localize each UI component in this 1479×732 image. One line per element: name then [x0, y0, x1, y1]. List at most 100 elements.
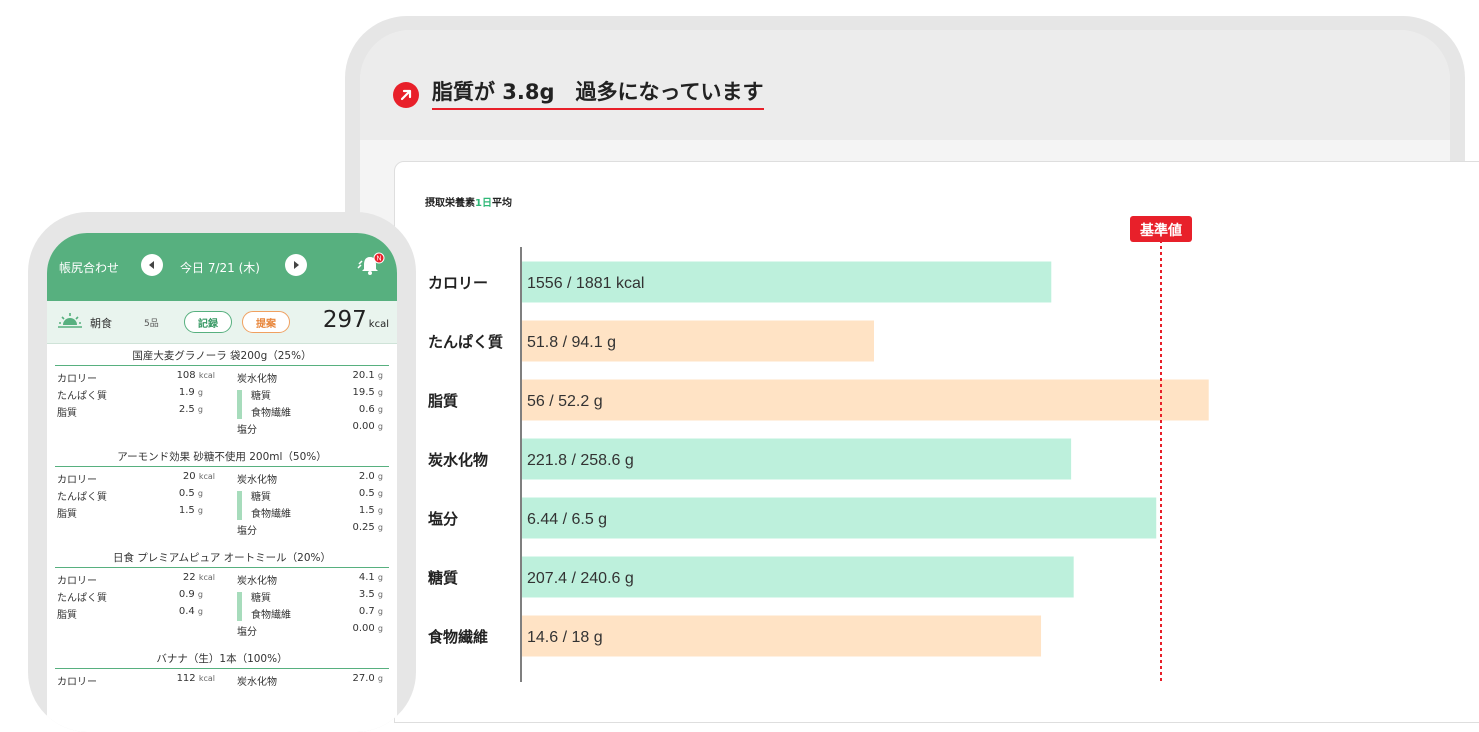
value-label: 221.8 / 258.6 g — [527, 452, 634, 469]
value-salt: 0.25 g — [352, 522, 383, 533]
label-calories: カロリー — [57, 475, 97, 486]
value-fat: 1.5 g — [178, 505, 203, 516]
meal-name: 朝食 — [90, 317, 112, 330]
label-fat: 脂質 — [57, 509, 77, 520]
value-calories: 112 kcal — [176, 673, 215, 684]
nutrient-bar-chart: カロリー 1556 / 1881 kcal たんぱく質 51.8 / 94.1 g 脂質… — [428, 216, 1209, 682]
phone-screen: 帳尻合わせ 今日 7/21 (木) N 朝食 5品 記録 提案 297 kcal… — [47, 233, 397, 732]
bell-icon[interactable]: N — [355, 252, 385, 278]
category-label: カロリー — [428, 274, 488, 292]
reference-label: 基準値 — [1140, 222, 1182, 239]
category-label: たんぱく質 — [428, 333, 503, 351]
triangle-right-icon — [294, 261, 299, 269]
value-protein: 0.5 g — [178, 488, 203, 499]
label-fat: 脂質 — [57, 408, 77, 419]
meal-calories: 297 kcal — [323, 307, 389, 333]
label-protein: たんぱく質 — [57, 391, 107, 402]
value-fat: 0.4 g — [178, 606, 203, 617]
value-calories: 108 kcal — [176, 370, 215, 381]
label-calories: カロリー — [57, 677, 97, 688]
label-salt: 塩分 — [237, 627, 257, 638]
date-label: 今日 7/21 (木) — [180, 261, 260, 275]
sub-nutrient-bar — [237, 491, 242, 520]
record-button[interactable]: 記録 — [184, 311, 232, 333]
label-carbs: 炭水化物 — [237, 475, 277, 486]
value-label: 6.44 / 6.5 g — [527, 511, 607, 528]
food-title: アーモンド効果 砂糖不使用 200ml（50%） — [117, 451, 327, 463]
value-sugar: 3.5 g — [358, 589, 383, 600]
label-fiber: 食物繊維 — [251, 610, 291, 621]
label-calories: カロリー — [57, 374, 97, 385]
nutrient-chart-card: 摂取栄養素1日平均 カロリー 1556 / 1881 kcal たんぱく質 51.8 … — [394, 161, 1479, 723]
category-label: 脂質 — [428, 392, 458, 410]
label-salt: 塩分 — [237, 425, 257, 436]
value-calories: 20 kcal — [182, 471, 215, 482]
label-sugar: 糖質 — [251, 492, 271, 503]
value-carbs: 27.0 g — [352, 673, 383, 684]
alert-bar: 脂質が 3.8g 過多になっています — [360, 30, 1450, 140]
category-label: 食物繊維 — [428, 628, 488, 646]
meal-item-count: 5品 — [144, 319, 159, 329]
meal-summary-bar: 朝食 5品 記録 提案 297 kcal — [47, 301, 397, 344]
label-carbs: 炭水化物 — [237, 576, 277, 587]
arrow-up-right-icon — [393, 82, 419, 108]
category-label: 糖質 — [428, 569, 458, 587]
value-fiber: 1.5 g — [358, 505, 383, 516]
food-item[interactable]: 国産大麦グラノーラ 袋200g（25%） カロリー 108 kcal たんぱく質… — [47, 345, 397, 446]
value-label: 14.6 / 18 g — [527, 629, 603, 646]
value-protein: 0.9 g — [178, 589, 203, 600]
bar-4 — [522, 497, 1157, 539]
food-title: 日食 プレミアムピュア オートミール（20%） — [112, 552, 332, 564]
value-fiber: 0.6 g — [358, 404, 383, 415]
value-sugar: 19.5 g — [352, 387, 383, 398]
sub-nutrient-bar — [237, 592, 242, 621]
alert-message: 脂質が 3.8g 過多になっています — [432, 76, 764, 110]
label-carbs: 炭水化物 — [237, 374, 277, 385]
value-protein: 1.9 g — [178, 387, 203, 398]
food-item[interactable]: アーモンド効果 砂糖不使用 200ml（50%） カロリー 20 kcal たん… — [47, 446, 397, 547]
food-title: 国産大麦グラノーラ 袋200g（25%） — [132, 350, 312, 362]
label-calories: カロリー — [57, 576, 97, 587]
bar-2 — [522, 379, 1209, 421]
app-title: 帳尻合わせ — [59, 261, 120, 275]
value-sugar: 0.5 g — [358, 488, 383, 499]
divider — [55, 365, 389, 366]
category-label: 塩分 — [428, 510, 458, 528]
label-protein: たんぱく質 — [57, 492, 107, 503]
value-carbs: 4.1 g — [358, 572, 383, 583]
label-fat: 脂質 — [57, 610, 77, 621]
value-label: 51.8 / 94.1 g — [527, 334, 616, 351]
food-title: バナナ（生）1本（100%） — [156, 653, 288, 665]
divider — [55, 567, 389, 568]
svg-text:N: N — [376, 256, 381, 263]
value-fiber: 0.7 g — [358, 606, 383, 617]
label-fiber: 食物繊維 — [251, 408, 291, 419]
food-item[interactable]: バナナ（生）1本（100%） カロリー 112 kcal 炭水化物 27.0 g — [47, 648, 397, 732]
label-carbs: 炭水化物 — [237, 677, 277, 688]
meal-kcal-unit: kcal — [368, 319, 389, 330]
divider — [55, 466, 389, 467]
category-label: 炭水化物 — [428, 451, 488, 469]
triangle-left-icon — [149, 261, 154, 269]
sunrise-icon — [58, 313, 82, 328]
value-salt: 0.00 g — [352, 421, 383, 432]
value-carbs: 20.1 g — [352, 370, 383, 381]
prev-day-button[interactable] — [141, 254, 163, 276]
meal-kcal-value: 297 — [322, 307, 367, 333]
value-salt: 0.00 g — [352, 623, 383, 634]
next-day-button[interactable] — [285, 254, 307, 276]
food-item[interactable]: 日食 プレミアムピュア オートミール（20%） カロリー 22 kcal たんぱ… — [47, 547, 397, 648]
label-fiber: 食物繊維 — [251, 509, 291, 520]
phone-device: 帳尻合わせ 今日 7/21 (木) N 朝食 5品 記録 提案 297 kcal… — [28, 212, 416, 732]
value-carbs: 2.0 g — [358, 471, 383, 482]
label-protein: たんぱく質 — [57, 593, 107, 604]
sub-nutrient-bar — [237, 390, 242, 419]
label-sugar: 糖質 — [251, 593, 271, 604]
label-sugar: 糖質 — [251, 391, 271, 402]
value-label: 207.4 / 240.6 g — [527, 570, 634, 587]
suggest-button[interactable]: 提案 — [242, 311, 290, 333]
value-fat: 2.5 g — [178, 404, 203, 415]
divider — [55, 668, 389, 669]
value-label: 1556 / 1881 kcal — [527, 275, 644, 292]
value-label: 56 / 52.2 g — [527, 393, 603, 410]
